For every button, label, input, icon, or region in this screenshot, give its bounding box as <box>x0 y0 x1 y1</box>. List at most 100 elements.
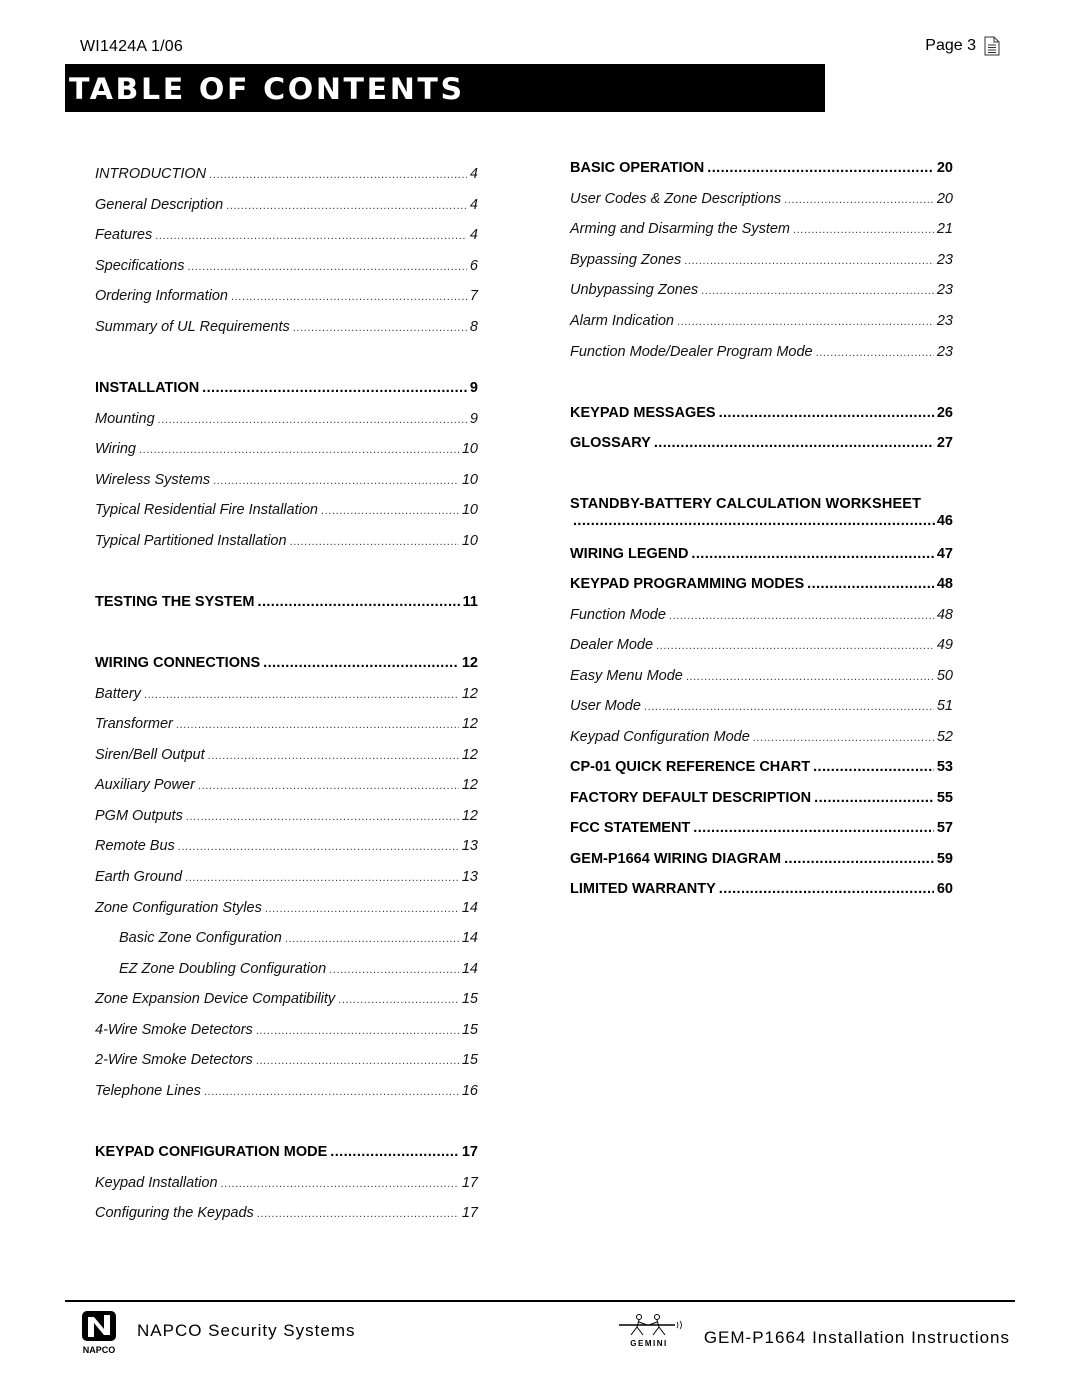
toc-entry[interactable]: Specifications 6 <box>95 258 478 278</box>
toc-entry[interactable]: Bypassing Zones 23 <box>570 252 953 272</box>
toc-entry[interactable]: 4-Wire Smoke Detectors 15 <box>95 1022 478 1042</box>
toc-entry[interactable]: Earth Ground 13 <box>95 869 478 889</box>
toc-entry[interactable]: User Codes & Zone Descriptions 20 <box>570 191 953 211</box>
dot-leader <box>155 230 467 242</box>
toc-entry[interactable]: Function Mode 48 <box>570 607 953 627</box>
toc-entry[interactable]: KEYPAD MESSAGES 26 <box>570 405 953 425</box>
toc-entry[interactable]: Wiring 10 <box>95 441 478 461</box>
toc-entry-label: Siren/Bell Output <box>95 747 205 763</box>
toc-entry-label: STANDBY-BATTERY CALCULATION WORKSHEET <box>570 496 922 512</box>
toc-entry-label: Transformer <box>95 716 173 732</box>
toc-entry[interactable]: Zone Expansion Device Compatibility 15 <box>95 991 478 1011</box>
toc-entry[interactable]: Remote Bus 13 <box>95 838 478 858</box>
toc-entry[interactable]: INSTALLATION 9 <box>95 380 478 400</box>
toc-entry[interactable]: Telephone Lines 16 <box>95 1083 478 1103</box>
toc-entry[interactable]: KEYPAD PROGRAMMING MODES 48 <box>570 576 953 596</box>
toc-entry-label: Keypad Installation <box>95 1175 218 1191</box>
toc-entry[interactable]: Siren/Bell Output 12 <box>95 747 478 767</box>
toc-entry-label: Battery <box>95 686 141 702</box>
toc-entry[interactable]: INTRODUCTION 4 <box>95 166 478 186</box>
toc-entry[interactable]: Typical Residential Fire Installation 10 <box>95 502 478 522</box>
toc-entry[interactable]: Wireless Systems 10 <box>95 472 478 492</box>
toc-entry-page: 27 <box>936 435 953 451</box>
toc-entry[interactable]: Easy Menu Mode 50 <box>570 668 953 688</box>
toc-entry[interactable]: Features 4 <box>95 227 478 247</box>
toc-entry-label: Remote Bus <box>95 838 175 854</box>
toc-entry-page: 23 <box>936 344 953 360</box>
toc-entry[interactable]: Dealer Mode 49 <box>570 637 953 657</box>
toc-entry-label: 4-Wire Smoke Detectors <box>95 1022 253 1038</box>
toc-entry[interactable]: CP-01 QUICK REFERENCE CHART 53 <box>570 759 953 779</box>
toc-entry-page: 10 <box>461 502 478 518</box>
toc-entry-label: Telephone Lines <box>95 1083 201 1099</box>
toc-entry-label: 2-Wire Smoke Detectors <box>95 1052 253 1068</box>
dot-leader <box>321 505 459 517</box>
page-number: Page 3 <box>925 36 1000 56</box>
toc-entry-label: GEM-P1664 WIRING DIAGRAM <box>570 851 782 867</box>
toc-entry[interactable]: Typical Partitioned Installation 10 <box>95 533 478 553</box>
toc-entry[interactable]: Mounting 9 <box>95 411 478 431</box>
toc-entry[interactable]: EZ Zone Doubling Configuration 14 <box>95 961 478 981</box>
toc-entry[interactable]: FACTORY DEFAULT DESCRIPTION 55 <box>570 790 953 810</box>
document-icon <box>984 36 1000 56</box>
toc-entry-label: TESTING THE SYSTEM <box>95 594 255 610</box>
toc-entry-page: 17 <box>461 1144 478 1160</box>
toc-entry-page: 20 <box>936 191 953 207</box>
dot-leader <box>290 536 459 548</box>
svg-text:NAPCO: NAPCO <box>83 1345 116 1355</box>
toc-entry[interactable]: TESTING THE SYSTEM 11 <box>95 594 478 614</box>
dot-leader <box>329 964 459 976</box>
toc-entry-page: 4 <box>469 166 478 182</box>
toc-entry-page: 12 <box>461 716 478 732</box>
toc-entry-page: 55 <box>936 790 953 806</box>
toc-entry-page: 10 <box>461 441 478 457</box>
toc-entry[interactable]: Arming and Disarming the System 21 <box>570 221 953 241</box>
toc-entry[interactable]: Unbypassing Zones 23 <box>570 282 953 302</box>
toc-entry[interactable]: Alarm Indication 23 <box>570 313 953 333</box>
toc-entry-page: 4 <box>469 197 478 213</box>
dot-leader <box>684 255 934 267</box>
toc-entry[interactable]: Zone Configuration Styles 14 <box>95 900 478 920</box>
toc-entry[interactable]: FCC STATEMENT 57 <box>570 820 953 840</box>
dot-leader <box>256 1055 459 1067</box>
toc-entry-label: Auxiliary Power <box>95 777 195 793</box>
toc-entry[interactable]: Function Mode/Dealer Program Mode 23 <box>570 344 953 364</box>
toc-entry[interactable]: Ordering Information 7 <box>95 288 478 308</box>
toc-entry[interactable]: PGM Outputs 12 <box>95 808 478 828</box>
dot-leader <box>144 689 459 701</box>
dot-leader <box>285 933 459 945</box>
toc-entry-label: User Codes & Zone Descriptions <box>570 191 782 207</box>
toc-entry-label: Wiring <box>95 441 136 457</box>
toc-entry[interactable]: Configuring the Keypads 17 <box>95 1205 478 1225</box>
toc-entry[interactable]: Transformer 12 <box>95 716 478 736</box>
toc-entry-label: LIMITED WARRANTY <box>570 881 716 897</box>
toc-entry[interactable]: 2-Wire Smoke Detectors 15 <box>95 1052 478 1072</box>
toc-entry-page: 13 <box>461 838 478 854</box>
toc-entry-page: 12 <box>461 808 478 824</box>
toc-entry[interactable]: General Description 4 <box>95 197 478 217</box>
toc-entry-label: WIRING LEGEND <box>570 546 689 562</box>
toc-entry[interactable]: Auxiliary Power 12 <box>95 777 478 797</box>
toc-entry[interactable]: Keypad Installation 17 <box>95 1175 478 1195</box>
toc-entry[interactable]: Keypad Configuration Mode 52 <box>570 729 953 749</box>
toc-entry[interactable]: GEM-P1664 WIRING DIAGRAM 59 <box>570 851 953 871</box>
gemini-logo: GEMINI <box>619 1314 682 1348</box>
toc-entry[interactable]: Summary of UL Requirements 8 <box>95 319 478 339</box>
dot-leader <box>816 347 934 359</box>
dot-leader <box>784 851 934 867</box>
toc-entry[interactable]: KEYPAD CONFIGURATION MODE 17 <box>95 1144 478 1164</box>
toc-entry[interactable]: BASIC OPERATION 20 <box>570 160 953 180</box>
toc-entry[interactable]: WIRING LEGEND 47 <box>570 546 953 566</box>
dot-leader <box>186 811 459 823</box>
toc-entry-page: 48 <box>936 576 953 592</box>
toc-entry[interactable]: User Mode 51 <box>570 698 953 718</box>
dot-leader <box>293 322 467 334</box>
title-banner: TABLE OF CONTENTS <box>65 64 825 112</box>
toc-entry-label: INTRODUCTION <box>95 166 207 182</box>
toc-entry[interactable]: Basic Zone Configuration 14 <box>95 930 478 950</box>
toc-entry[interactable]: WIRING CONNECTIONS 12 <box>95 655 478 675</box>
toc-entry[interactable]: Battery 12 <box>95 686 478 706</box>
toc-entry[interactable]: GLOSSARY 27 <box>570 435 953 455</box>
toc-entry[interactable]: LIMITED WARRANTY 60 <box>570 881 953 901</box>
toc-entry[interactable]: STANDBY-BATTERY CALCULATION WORKSHEET 46 <box>570 496 953 529</box>
